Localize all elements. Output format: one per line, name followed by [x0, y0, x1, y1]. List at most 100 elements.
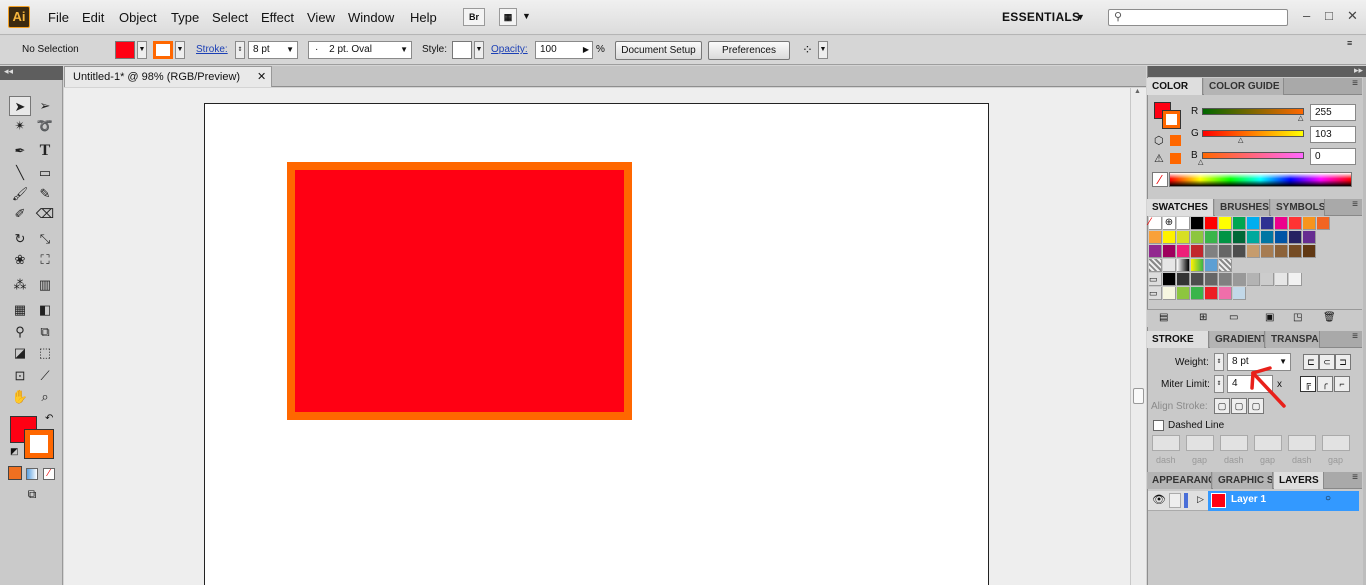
tab-brushes[interactable]: BRUSHES [1215, 199, 1270, 216]
pencil-icon[interactable]: ✎ [34, 184, 56, 204]
slice-icon[interactable]: ⟋ [34, 366, 56, 386]
tab-color-guide[interactable]: COLOR GUIDE [1204, 78, 1284, 95]
menu-edit[interactable]: Edit [82, 10, 104, 25]
swatch[interactable] [1219, 245, 1232, 258]
round-join-icon[interactable]: ╭ [1317, 376, 1333, 392]
out-of-web-icon[interactable]: ⬡ [1154, 134, 1164, 147]
tab-swatches[interactable]: SWATCHES [1147, 199, 1214, 216]
swatch[interactable] [1261, 245, 1274, 258]
b-slider[interactable] [1202, 152, 1304, 159]
panel-menu-icon[interactable]: ≡ [1352, 472, 1358, 483]
panel-menu-icon[interactable]: ≡ [1352, 78, 1358, 89]
zoom-icon[interactable]: ⌕ [34, 387, 56, 407]
swatch-options-icon[interactable]: ▭ [1229, 312, 1238, 323]
swatch[interactable] [1191, 231, 1204, 244]
swatch[interactable] [1191, 273, 1204, 286]
swatch[interactable] [1219, 217, 1232, 230]
layer-selected-highlight[interactable]: Layer 1 ○ [1208, 491, 1359, 511]
swatch[interactable] [1177, 217, 1190, 230]
swatch[interactable] [1233, 287, 1246, 300]
menu-object[interactable]: Object [119, 10, 157, 25]
scrollbar-thumb[interactable] [1133, 388, 1144, 404]
stroke-weight-stepper[interactable]: ⇕ [235, 41, 245, 59]
opacity-label[interactable]: Opacity: [491, 44, 528, 55]
document-setup-button[interactable]: Document Setup [615, 41, 702, 60]
gradient-icon[interactable]: ◧ [34, 300, 56, 320]
blend-icon[interactable]: ⧉ [34, 322, 56, 342]
swatch[interactable] [1163, 245, 1176, 258]
menu-file[interactable]: File [48, 10, 69, 25]
tab-appearance[interactable]: APPEARANC [1147, 472, 1212, 489]
weight-stepper[interactable]: ⇕ [1214, 353, 1224, 371]
swatch-gradient[interactable] [1177, 259, 1190, 272]
bevel-join-icon[interactable]: ⌐ [1334, 376, 1350, 392]
tab-symbols[interactable]: SYMBOLS [1271, 199, 1325, 216]
tab-color[interactable]: COLOR [1147, 78, 1203, 95]
paintbrush-icon[interactable]: 🖌 [9, 184, 31, 204]
swatch[interactable] [1205, 273, 1218, 286]
type-tool-icon[interactable]: T [34, 141, 56, 161]
expand-layer-icon[interactable]: ▷ [1197, 494, 1204, 505]
swatch[interactable] [1233, 245, 1246, 258]
swatch[interactable] [1303, 245, 1316, 258]
magic-wand-icon[interactable]: ✴ [9, 116, 31, 136]
target-icon[interactable]: ○ [1325, 493, 1331, 504]
align-options-icon[interactable]: ⁘ [802, 42, 813, 58]
r-slider[interactable] [1202, 108, 1304, 115]
direct-selection-tool-icon[interactable]: ➢ [34, 96, 56, 116]
symbol-sprayer-icon[interactable]: ⁂ [9, 275, 31, 295]
swatch[interactable] [1219, 231, 1232, 244]
swatch[interactable] [1289, 273, 1302, 286]
swatch[interactable] [1303, 231, 1316, 244]
style-dropdown[interactable]: ▼ [474, 41, 484, 59]
swatch-gradient[interactable] [1191, 259, 1204, 272]
minimize-icon[interactable]: – [1303, 8, 1310, 23]
b-slider-handle[interactable]: △ [1198, 158, 1203, 166]
panel-dock-header[interactable]: ▸▸ [1148, 65, 1366, 77]
swatch[interactable] [1233, 273, 1246, 286]
dash-field-2[interactable] [1220, 435, 1248, 451]
swatch-group-folder-icon[interactable]: ▭ [1149, 273, 1162, 286]
color-mode-icon[interactable] [8, 466, 22, 480]
stroke-swatch[interactable] [153, 41, 173, 59]
color-spectrum[interactable] [1169, 172, 1352, 187]
r-slider-handle[interactable]: △ [1298, 114, 1303, 122]
web-color-swatch[interactable] [1170, 135, 1181, 146]
brush-definition-field[interactable]: · 2 pt. Oval ▼ [308, 41, 412, 59]
lasso-icon[interactable]: ➰ [34, 116, 56, 136]
default-colors-icon[interactable]: ◩ [10, 446, 19, 457]
tab-graphic-styles[interactable]: GRAPHIC ST [1213, 472, 1273, 489]
new-swatch-icon[interactable]: ◳ [1293, 312, 1302, 323]
document-tab[interactable]: Untitled-1* @ 98% (RGB/Preview) ✕ [64, 66, 272, 87]
swatch-libraries-icon[interactable]: ▤ [1159, 312, 1168, 323]
gradient-mode-icon[interactable] [26, 468, 38, 480]
arrange-dropdown-icon[interactable]: ▼ [522, 11, 531, 21]
screen-mode-icon[interactable]: ⧉ [21, 487, 43, 501]
workspace-dropdown-icon[interactable]: ▼ [1076, 12, 1085, 22]
panel-menu-icon[interactable]: ≡ [1347, 38, 1352, 48]
tab-gradient[interactable]: GRADIENT [1210, 331, 1265, 348]
rectangle-tool-icon[interactable]: ▭ [34, 163, 56, 183]
butt-cap-icon[interactable]: ⊏ [1303, 354, 1319, 370]
selection-tool-icon[interactable]: ➤ [9, 96, 31, 116]
new-color-group-icon[interactable]: ▣ [1265, 312, 1274, 323]
swatch[interactable] [1205, 287, 1218, 300]
swatch[interactable] [1275, 273, 1288, 286]
swatch[interactable] [1275, 245, 1288, 258]
tools-panel-header[interactable]: ◂◂ [0, 66, 63, 80]
menu-window[interactable]: Window [348, 10, 394, 25]
swatch[interactable] [1219, 273, 1232, 286]
vertical-scrollbar[interactable]: ▲ [1130, 88, 1146, 585]
eye-icon[interactable]: 👁 [1152, 493, 1166, 506]
style-swatch[interactable] [452, 41, 472, 59]
swatch[interactable] [1261, 273, 1274, 286]
swatch[interactable] [1247, 273, 1260, 286]
swatch[interactable] [1177, 273, 1190, 286]
none-color-icon[interactable]: ⁄ [1152, 172, 1168, 187]
swatch[interactable] [1205, 259, 1218, 272]
dash-field-1[interactable] [1152, 435, 1180, 451]
eraser-icon[interactable]: ⌫ [34, 204, 56, 224]
arrange-documents-icon[interactable]: ▦ [499, 8, 517, 26]
swatch-pattern[interactable] [1149, 259, 1162, 272]
swatch[interactable] [1247, 231, 1260, 244]
